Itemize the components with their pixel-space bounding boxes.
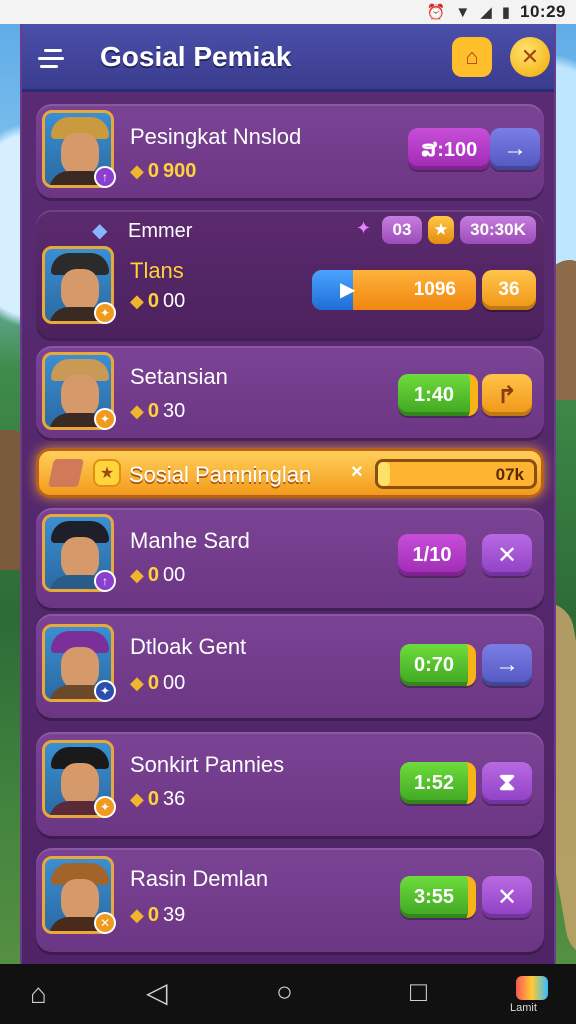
- game-app-label: Lamit: [510, 1002, 537, 1014]
- player-score: ◆ 0 900: [130, 160, 197, 182]
- rank-badge-icon: ✦: [94, 302, 116, 324]
- status-time: 10:29: [520, 2, 566, 21]
- level-button[interactable]: 36: [482, 270, 536, 310]
- list-item[interactable]: ✦ Dtloak Gent ◆ 0 00 0:70 →: [36, 614, 544, 718]
- signal-icon: ◢: [480, 4, 492, 21]
- player-title: Tlans: [130, 258, 184, 283]
- hourglass-icon[interactable]: ⧗: [482, 762, 532, 804]
- back-icon[interactable]: ◁: [146, 976, 168, 1009]
- score-pill[interactable]: 1/10: [398, 534, 466, 576]
- player-name: Rasin Demlan: [130, 866, 269, 891]
- rank-badge-icon: ✦: [94, 796, 116, 818]
- list-item[interactable]: ↑ Manhe Sard ◆ 0 00 1/10 ✕: [36, 508, 544, 608]
- rank-badge-icon: ↑: [94, 570, 116, 592]
- crystal-icon: ◆: [92, 220, 108, 242]
- alarm-icon: ⏰: [426, 4, 446, 21]
- home-icon[interactable]: ⌂: [452, 37, 492, 77]
- recents-icon[interactable]: □: [410, 976, 427, 1008]
- gem-icon: ◆: [130, 789, 144, 809]
- banner-progress-fill: [378, 462, 391, 486]
- close-icon[interactable]: ✕: [510, 37, 550, 77]
- multiply-icon: ×: [351, 461, 363, 483]
- rank-badge-icon: ✦: [94, 680, 116, 702]
- page-title: Gosial Pemiak: [100, 41, 292, 72]
- player-name: Emmer: [128, 220, 193, 242]
- leaderboard-panel: Gosial Pemiak ⌂ ✕ ↑ Pesingkat Nnslod ◆ 0…: [20, 24, 556, 964]
- score-pill[interactable]: 0:70: [400, 644, 476, 686]
- rank-badge-icon: ✦: [94, 408, 116, 430]
- home-circle-icon[interactable]: ○: [276, 976, 293, 1008]
- progress-bar[interactable]: ▶ 1096: [312, 270, 476, 310]
- share-icon[interactable]: ↱: [482, 374, 532, 416]
- player-name: Dtloak Gent: [130, 634, 247, 659]
- gem-icon: ◆: [130, 905, 144, 925]
- wifi-icon: ▼: [455, 3, 471, 21]
- list-item[interactable]: ✦ Setansian ◆ 0 30 1:40 ↱: [36, 346, 544, 438]
- score-pill[interactable]: ສ:100: [408, 128, 490, 170]
- swords-icon[interactable]: ✕: [482, 876, 532, 918]
- trophy-icon: ★: [93, 459, 121, 487]
- player-score: ◆ 0 00: [130, 564, 186, 586]
- system-nav-bar: ⌂ ◁ ○ □ Lamit: [0, 964, 576, 1024]
- stat-chip: 30:30K: [460, 216, 536, 244]
- player-score: ◆ 0 00: [130, 672, 186, 694]
- header: Gosial Pemiak ⌂ ✕: [22, 24, 554, 92]
- arrow-right-icon[interactable]: →: [490, 128, 540, 170]
- score-pill[interactable]: 1:40: [398, 374, 478, 416]
- rank-badge-icon: ✕: [94, 912, 116, 934]
- list-item[interactable]: ✦ ◆ Emmer Tlans ◆ 0 00 ✦ 03 ★ 30:30K ▶ 1…: [36, 210, 544, 338]
- progress-value: 1096: [413, 279, 456, 300]
- player-name: Pesingkat Nnslod: [130, 124, 302, 149]
- play-icon: ▶: [340, 279, 356, 301]
- home-nav-icon[interactable]: ⌂: [30, 978, 47, 1010]
- score-pill[interactable]: 3:55: [400, 876, 476, 918]
- player-name: Manhe Sard: [130, 528, 250, 553]
- rank-badge-icon: ↑: [94, 166, 116, 188]
- event-banner[interactable]: ★ Sosial Pamninglan × 07k: [36, 448, 544, 498]
- list-item[interactable]: ✕ Rasin Demlan ◆ 0 39 3:55 ✕: [36, 848, 544, 952]
- gem-icon: ◆: [130, 291, 144, 311]
- player-score: ◆ 0 39: [130, 904, 186, 926]
- flag-icon: [48, 459, 84, 487]
- player-score: ◆ 0 36: [130, 788, 186, 810]
- player-name: Sonkirt Pannies: [130, 752, 285, 777]
- sparkle-icon: ✦: [356, 218, 372, 238]
- gem-icon: ◆: [130, 673, 144, 693]
- list-item[interactable]: ↑ Pesingkat Nnslod ◆ 0 900 ສ:100 →: [36, 104, 544, 198]
- menu-icon[interactable]: [38, 44, 66, 70]
- gem-icon: ◆: [130, 161, 144, 181]
- swords-icon[interactable]: ✕: [482, 534, 532, 576]
- stat-chip: 03: [382, 216, 422, 244]
- star-icon: ★: [428, 216, 454, 244]
- list-item[interactable]: ✦ Sonkirt Pannies ◆ 0 36 1:52 ⧗: [36, 732, 544, 836]
- player-score: ◆ 0 30: [130, 400, 186, 422]
- banner-value: 07k: [495, 465, 524, 484]
- game-app-icon[interactable]: [516, 976, 548, 1000]
- banner-progress: 07k: [375, 459, 537, 489]
- battery-icon: ▮: [501, 4, 511, 21]
- player-name: Setansian: [130, 364, 228, 389]
- arrow-right-icon[interactable]: →: [482, 644, 532, 686]
- banner-title: Sosial Pamninglan: [129, 462, 312, 487]
- gem-icon: ◆: [130, 565, 144, 585]
- player-score: ◆ 0 00: [130, 290, 186, 312]
- status-bar: ⏰ ▼ ◢ ▮ 10:29: [0, 0, 576, 24]
- score-pill[interactable]: 1:52: [400, 762, 476, 804]
- gem-icon: ◆: [130, 401, 144, 421]
